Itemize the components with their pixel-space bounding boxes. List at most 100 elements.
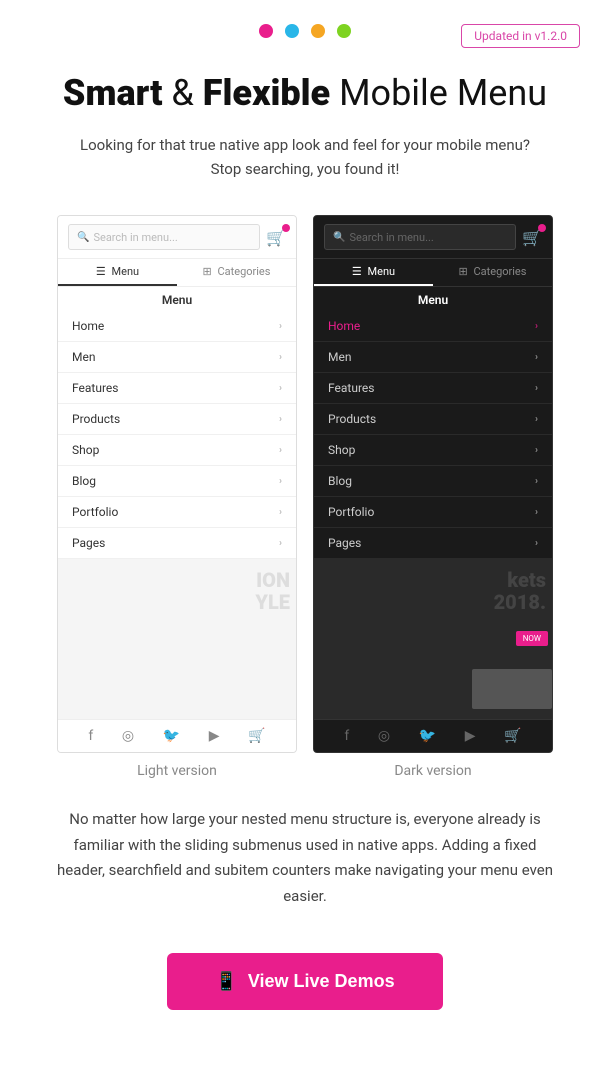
title-section: Smart & Flexible Mobile Menu Looking for…: [0, 48, 610, 191]
light-tab-menu[interactable]: ☰ Menu: [58, 259, 177, 286]
light-label: Light version: [137, 763, 217, 779]
dark-cart-footer-icon: 🛒: [504, 728, 521, 744]
phone-icon: 📱: [215, 971, 237, 992]
dark-menu-item-blog[interactable]: Blog›: [314, 466, 552, 497]
light-item-home-chevron: ›: [279, 321, 282, 332]
dark-menu-icon: ☰: [352, 265, 362, 278]
light-tab-categories[interactable]: ⊞ Categories: [177, 259, 296, 286]
light-item-portfolio-label: Portfolio: [72, 505, 118, 519]
light-item-products-chevron: ›: [279, 414, 282, 425]
light-youtube-icon: ▶: [209, 728, 220, 744]
light-categories-icon: ⊞: [203, 265, 212, 278]
dark-search-icon: 🔍: [333, 232, 345, 243]
light-item-features-label: Features: [72, 381, 118, 395]
dark-tab-categories-label: Categories: [474, 265, 527, 278]
light-search-field[interactable]: 🔍 Search in menu...: [68, 224, 260, 250]
light-search-placeholder: Search in menu...: [93, 231, 177, 244]
description-section: No matter how large your nested menu str…: [0, 787, 610, 929]
light-mock-header: 🔍 Search in menu... 🛒: [58, 216, 296, 259]
dark-menu-item-men[interactable]: Men ›: [314, 342, 552, 373]
light-menu-item-home[interactable]: Home›: [58, 311, 296, 342]
dark-tab-menu-label: Menu: [368, 265, 396, 278]
cta-label: View Live Demos: [248, 971, 395, 992]
light-item-men-chevron: ›: [279, 352, 282, 363]
dots-row: [259, 24, 351, 38]
dark-tab-categories[interactable]: ⊞ Categories: [433, 259, 552, 286]
light-instagram-icon: ◎: [122, 728, 134, 744]
dark-menu-items: Home› Men› Features› Products› Shop› Blo…: [314, 311, 552, 559]
dark-bg-text: kets2018.: [494, 569, 550, 613]
light-menu-item-products[interactable]: Products ›: [58, 404, 296, 435]
dark-item-features-label: Features: [328, 381, 374, 395]
dark-item-men-chevron: ›: [535, 352, 538, 363]
light-search-icon: 🔍: [77, 232, 89, 243]
light-item-men-label: Men: [72, 350, 95, 364]
light-item-products-label: Products: [72, 412, 120, 426]
dark-item-pages-chevron: ›: [535, 538, 538, 549]
dark-label: Dark version: [394, 763, 471, 779]
dark-item-shop-label: Shop: [328, 443, 355, 457]
dark-categories-icon: ⊞: [459, 265, 468, 278]
dark-phone-mock: 🔍 Search in menu... 🛒 ☰ Menu ⊞ Categorie…: [313, 215, 553, 753]
dark-mock-header: 🔍 Search in menu... 🛒: [314, 216, 552, 259]
dot-green: [337, 24, 351, 38]
main-title: Smart & Flexible Mobile Menu: [40, 72, 570, 115]
dark-bg-btn: NOW: [516, 631, 548, 646]
dark-menu-item-shop[interactable]: Shop ›: [314, 435, 552, 466]
dark-footer: f ◎ 🐦 ▶ 🛒: [314, 719, 552, 752]
title-connector: &: [162, 72, 202, 114]
title-rest: Mobile Menu: [330, 72, 547, 114]
dark-menu-item-products[interactable]: Products ›: [314, 404, 552, 435]
dark-item-home-label: Home: [328, 319, 360, 333]
dark-tab-menu[interactable]: ☰ Menu: [314, 259, 433, 286]
light-item-pages-chevron: ›: [279, 538, 282, 549]
dark-cart-icon[interactable]: 🛒: [522, 228, 542, 247]
light-menu-icon: ☰: [96, 265, 106, 278]
dark-screenshot-container: 🔍 Search in menu... 🛒 ☰ Menu ⊞ Categorie…: [313, 215, 553, 779]
light-item-portfolio-chevron: ›: [279, 507, 282, 518]
dark-tabs[interactable]: ☰ Menu ⊞ Categories: [314, 259, 552, 287]
dark-menu-title: Menu: [314, 287, 552, 311]
dark-menu-item-portfolio[interactable]: Portfolio›: [314, 497, 552, 528]
dark-menu-item-home[interactable]: Home›: [314, 311, 552, 342]
light-tab-menu-label: Menu: [112, 265, 140, 278]
light-menu-item-blog[interactable]: Blog›: [58, 466, 296, 497]
light-phone-mock: 🔍 Search in menu... 🛒 ☰ Menu ⊞ Categorie…: [57, 215, 297, 753]
light-menu-title: Menu: [58, 287, 296, 311]
dark-search-field[interactable]: 🔍 Search in menu...: [324, 224, 516, 250]
dark-item-products-chevron: ›: [535, 414, 538, 425]
light-cart-footer-icon: 🛒: [248, 728, 265, 744]
dark-item-shop-chevron: ›: [535, 445, 538, 456]
dark-twitter-icon: 🐦: [419, 728, 436, 744]
light-item-shop-label: Shop: [72, 443, 99, 457]
dark-item-blog-label: Blog: [328, 474, 352, 488]
dark-item-men-label: Men: [328, 350, 351, 364]
light-cart-icon[interactable]: 🛒: [266, 228, 286, 247]
title-bold2: Flexible: [203, 72, 330, 114]
light-menu-item-features[interactable]: Features ›: [58, 373, 296, 404]
dark-menu-item-pages[interactable]: Pages›: [314, 528, 552, 559]
cta-section: 📱 View Live Demos: [0, 929, 610, 1050]
dark-menu-item-features[interactable]: Features ›: [314, 373, 552, 404]
dark-youtube-icon: ▶: [465, 728, 476, 744]
light-menu-item-portfolio[interactable]: Portfolio ›: [58, 497, 296, 528]
title-bold1: Smart: [63, 72, 163, 114]
view-demos-button[interactable]: 📱 View Live Demos: [167, 953, 442, 1010]
dark-item-products-label: Products: [328, 412, 376, 426]
dark-bg-shoe: [472, 669, 552, 709]
dark-item-portfolio-chevron: ›: [535, 507, 538, 518]
dark-search-placeholder: Search in menu...: [349, 231, 433, 244]
dark-item-features-chevron: ›: [535, 383, 538, 394]
light-tabs[interactable]: ☰ Menu ⊞ Categories: [58, 259, 296, 287]
light-tab-categories-label: Categories: [218, 265, 271, 278]
dark-bg-content: kets2018. NOW: [314, 559, 552, 719]
light-bg-content: IONYLE: [58, 559, 296, 719]
dot-blue: [285, 24, 299, 38]
light-menu-item-shop[interactable]: Shop›: [58, 435, 296, 466]
top-bar: Updated in v1.2.0: [0, 0, 610, 48]
light-menu-item-pages[interactable]: Pages›: [58, 528, 296, 559]
light-item-features-chevron: ›: [279, 383, 282, 394]
light-menu-item-men[interactable]: Men ›: [58, 342, 296, 373]
light-facebook-icon: f: [88, 728, 93, 744]
light-menu-items: Home› Men› Features› Products› Shop› Blo…: [58, 311, 296, 559]
